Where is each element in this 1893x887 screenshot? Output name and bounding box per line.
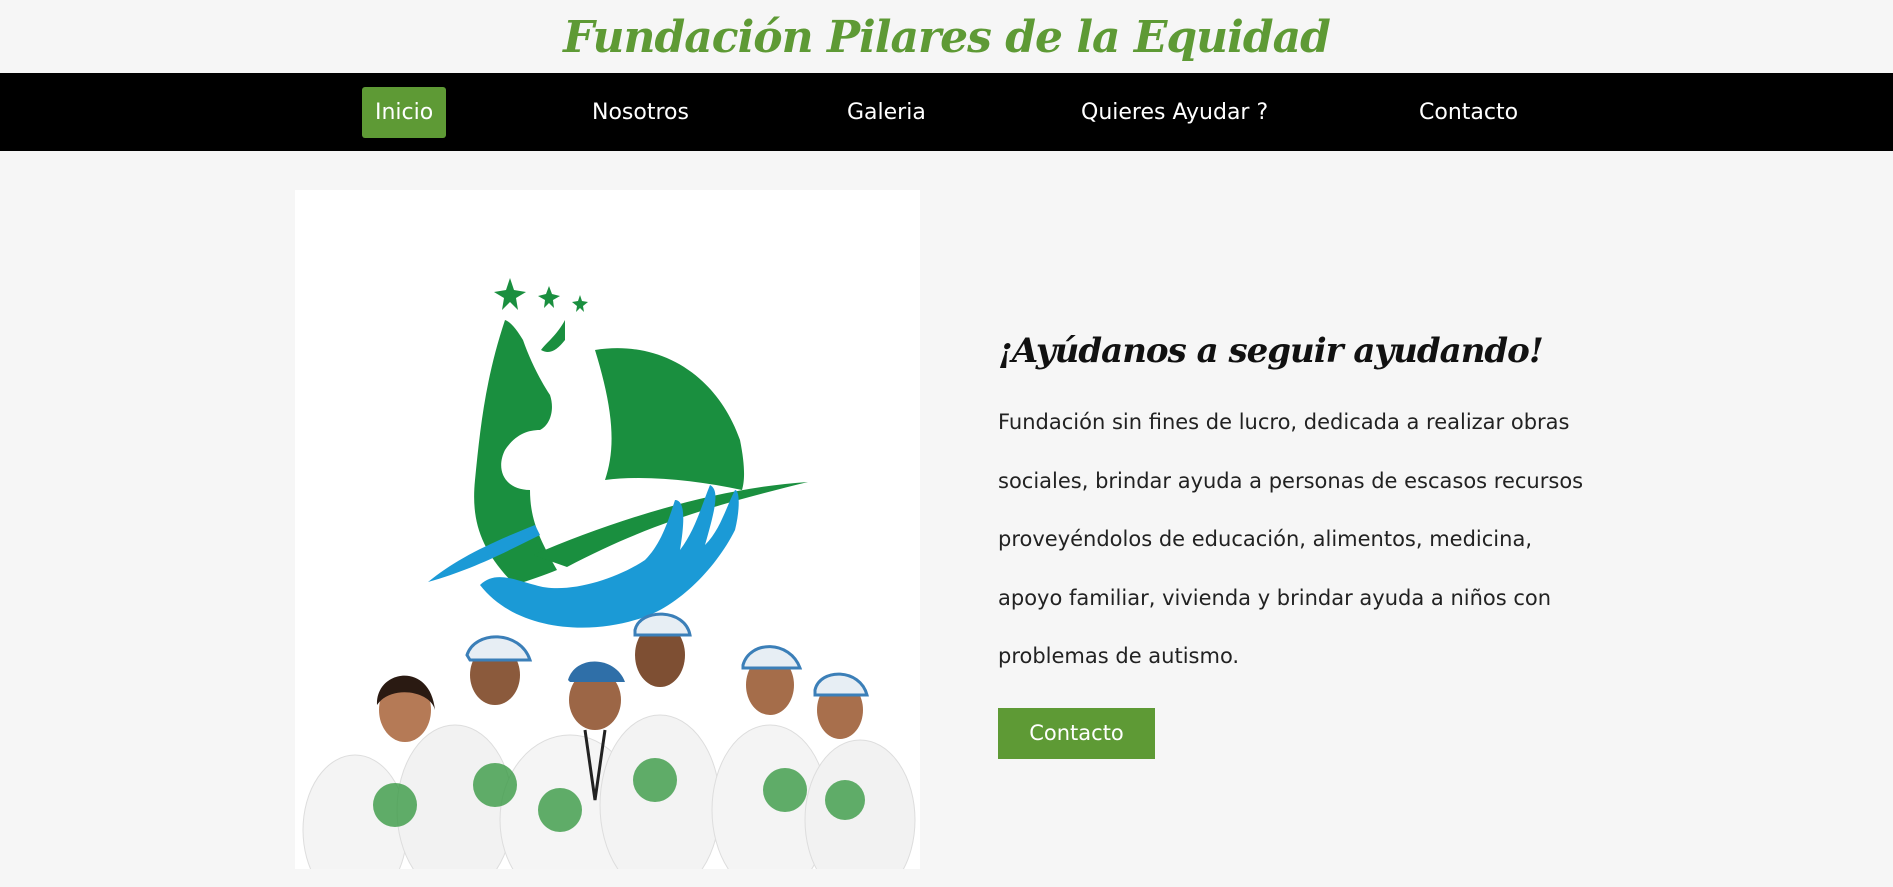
site-title: Fundación Pilares de la Equidad [563,12,1331,63]
hero-heading: ¡Ayúdanos a seguir ayudando! [998,331,1544,371]
nav-item-inicio[interactable]: Inicio [362,87,447,138]
nav-item-quieres-ayudar[interactable]: Quieres Ayudar ? [1068,87,1281,138]
nav-item-nosotros[interactable]: Nosotros [579,87,702,138]
foundation-logo-and-volunteers-image [302,278,916,869]
nav-item-galeria[interactable]: Galeria [834,87,939,138]
hero-description: Fundación sin fines de lucro, dedicada a… [998,410,1584,668]
main-navbar: Inicio Nosotros Galeria Quieres Ayudar ?… [0,73,1893,151]
stars-icon [494,278,588,312]
main-content: ¡Ayúdanos a seguir ayudando! Fundación s… [0,151,1893,887]
volunteers-group [302,612,916,869]
hero-image [295,190,920,869]
site-header: Fundación Pilares de la Equidad [0,0,1893,73]
nav-item-contacto[interactable]: Contacto [1406,87,1531,138]
contact-button[interactable]: Contacto [998,707,1155,759]
hero-content: ¡Ayúdanos a seguir ayudando! Fundación s… [998,331,1598,759]
